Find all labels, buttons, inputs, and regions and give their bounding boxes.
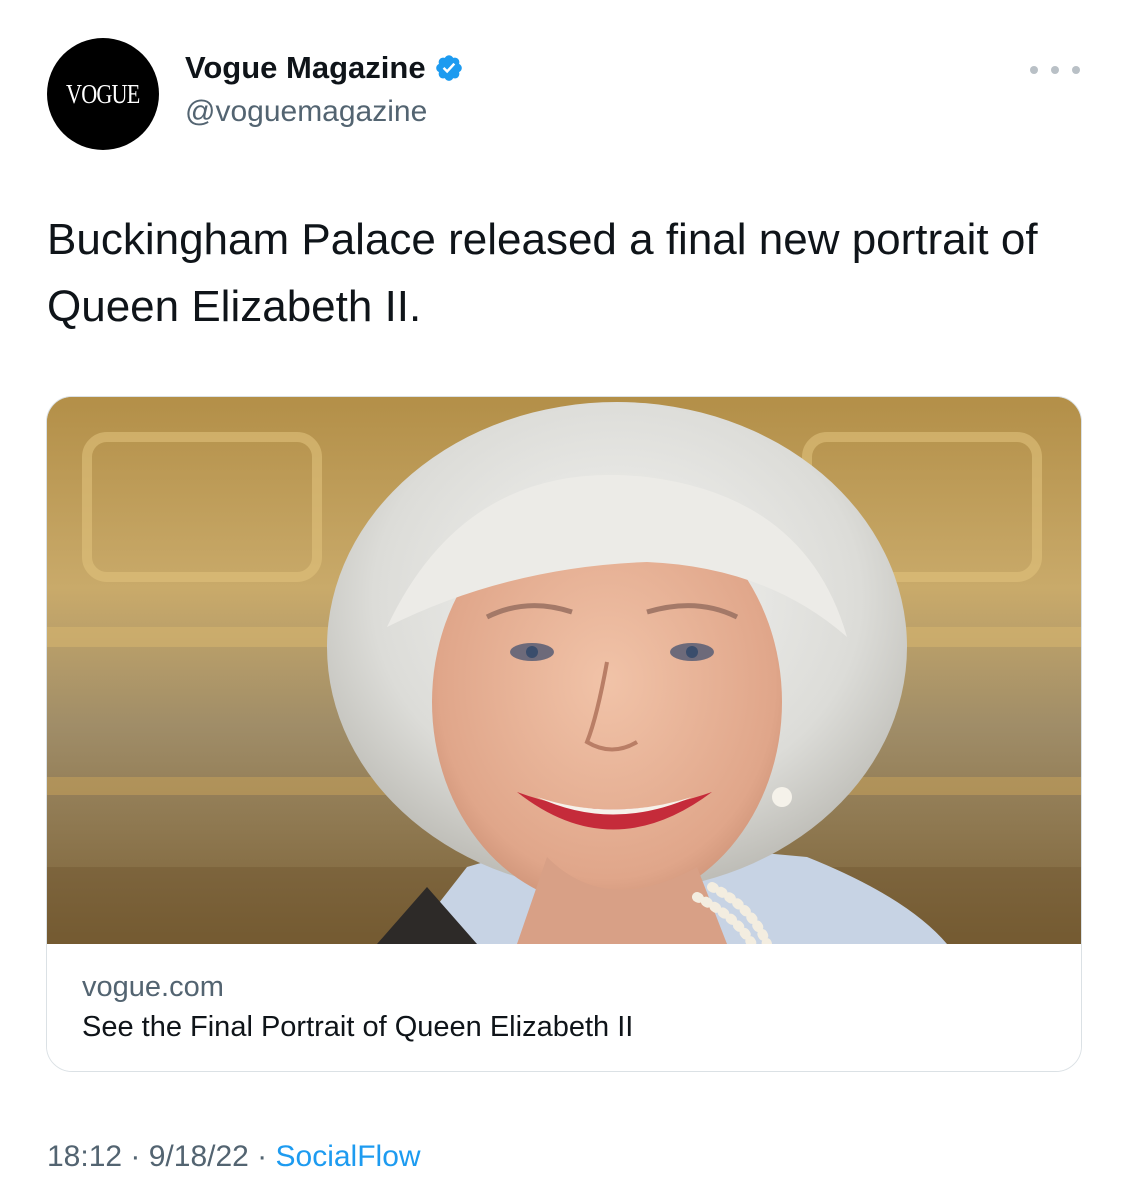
card-info[interactable]: vogue.com See the Final Portrait of Quee…: [47, 944, 1081, 1071]
card-image[interactable]: [47, 397, 1081, 944]
more-options-icon[interactable]: [1030, 56, 1080, 84]
card-domain: vogue.com: [82, 971, 224, 1003]
display-name[interactable]: Vogue Magazine: [185, 50, 426, 86]
meta-separator: ·: [248, 1140, 276, 1173]
tweet: VOGUE Vogue Magazine @voguemagazine Buck…: [0, 0, 1130, 1200]
more-dot: [1072, 66, 1080, 74]
more-dot: [1030, 66, 1038, 74]
verified-badge-icon: [434, 53, 464, 83]
card-title: See the Final Portrait of Queen Elizabet…: [82, 1011, 634, 1043]
avatar[interactable]: VOGUE: [47, 38, 159, 150]
tweet-text: Buckingham Palace released a final new p…: [47, 215, 1038, 331]
author-handle[interactable]: @voguemagazine: [185, 95, 427, 129]
link-card[interactable]: vogue.com See the Final Portrait of Quee…: [46, 396, 1082, 1072]
more-dot: [1051, 66, 1059, 74]
avatar-logo-text: VOGUE: [66, 78, 140, 109]
tweet-source-link[interactable]: SocialFlow: [276, 1140, 421, 1174]
author-name-row: Vogue Magazine: [185, 48, 464, 88]
meta-separator: ·: [122, 1140, 149, 1173]
portrait-illustration: [47, 397, 1081, 944]
tweet-time[interactable]: 18:12: [47, 1140, 122, 1174]
tweet-date[interactable]: 9/18/22: [149, 1140, 249, 1174]
tweet-meta: 18:12 · 9/18/22 · SocialFlow: [47, 1140, 421, 1174]
